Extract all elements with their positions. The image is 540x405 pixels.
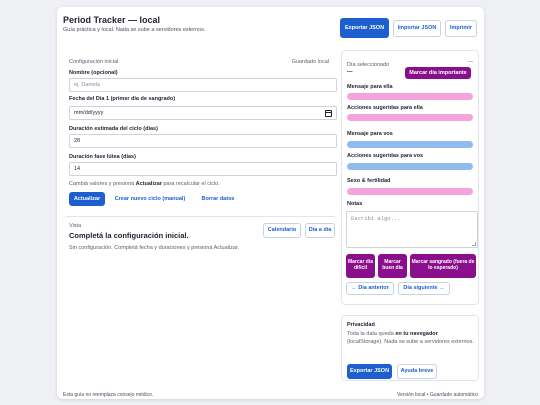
notes-placeholder: Escribí algo... (351, 215, 401, 222)
name-input[interactable]: ej. Daniela (69, 78, 337, 92)
previous-day-button[interactable]: ← Día anterior (346, 282, 394, 295)
section-label-0: Mensaje para ella (347, 84, 393, 90)
privacy-text: Toda la data queda en tu navegador (loca… (347, 331, 475, 347)
privacy-text-bold: en tu navegador (395, 331, 438, 337)
privacy-export-json-button[interactable]: Exportar JSON (347, 364, 392, 379)
view-title: Completá la configuración inicial. (69, 231, 189, 240)
privacy-panel: Privacidad Toda la data queda en tu nave… (341, 315, 479, 381)
footer-disclaimer: Esta guía no reemplaza consejo médico. (63, 392, 154, 398)
mark-bleeding-button[interactable]: Marcar sangrado (fuera de lo esperado) (410, 254, 476, 278)
view-panel: Vista Completá la configuración inicial.… (63, 216, 337, 264)
print-button[interactable]: Imprimir (445, 20, 477, 37)
export-json-button[interactable]: Exportar JSON (340, 18, 389, 38)
selected-day-value: — (347, 69, 353, 75)
next-day-button[interactable]: Día siguiente → (398, 282, 450, 295)
selected-day-label: Día seleccionado (347, 62, 390, 68)
mark-good-day-button[interactable]: Marcar buen día (378, 254, 407, 278)
mark-difficult-day-button[interactable]: Marcar día difícil (346, 254, 375, 278)
calendar-picker-icon[interactable] (325, 110, 332, 117)
date-placeholder: mm/dd/yyyy (74, 110, 104, 116)
update-hint: Cambiá valores y presioná Actualizar par… (69, 181, 220, 187)
page-title: Period Tracker — local (63, 15, 161, 25)
config-heading: Configuración inicial (69, 59, 119, 65)
section-label-4: Sexo & fertilidad (347, 178, 391, 184)
luteal-length-input[interactable]: 14 (69, 162, 337, 176)
actions-her-bar (347, 114, 473, 121)
hint-text-pre: Cambiá valores y presioná (69, 181, 136, 187)
app-card: Period Tracker — local Guía práctica y l… (57, 7, 484, 399)
hint-text-post: para recalcular el ciclo. (161, 181, 220, 187)
privacy-text-pre: Toda la data queda (347, 331, 396, 337)
view-label: Vista (69, 223, 82, 229)
notes-textarea[interactable]: Escribí algo... (346, 211, 478, 248)
mark-important-button[interactable]: Marcar día importante (405, 67, 471, 79)
message-her-bar (347, 93, 473, 100)
day-view-button[interactable]: Día a día (305, 223, 335, 238)
section-label-1: Acciones sugeridas para ella (347, 105, 423, 111)
new-cycle-button[interactable]: Crear nuevo ciclo (manual) (111, 192, 189, 206)
day1-date-input[interactable]: mm/dd/yyyy (69, 106, 337, 120)
luteal-length-label: Duración fase lútea (días) (69, 154, 136, 160)
date-label: Fecha del Día 1 (primer día de sangrado) (69, 96, 176, 102)
day-detail-panel: Día seleccionado — — Marcar día importan… (341, 50, 479, 305)
resize-handle-icon[interactable] (472, 242, 476, 246)
calendar-view-button[interactable]: Calendario (263, 223, 301, 238)
name-label: Nombre (opcional) (69, 70, 118, 76)
footer-status: Versión local • Guardado automático (397, 392, 478, 398)
sex-fertility-bar (347, 188, 473, 195)
config-panel: Configuración inicial Guardado local Nom… (63, 50, 337, 212)
actions-you-bar (347, 163, 473, 170)
cycle-length-input[interactable]: 28 (69, 134, 337, 148)
delete-data-button[interactable]: Borrar datos (195, 192, 241, 206)
page-subtitle: Guía práctica y local. Nada se sube a se… (63, 27, 206, 33)
privacy-text-post: (localStorage). Nada se sube a servidore… (347, 338, 474, 345)
selected-day-extra: — (467, 59, 474, 65)
hint-text-bold: Actualizar (135, 181, 162, 187)
saved-status: Guardado local (291, 59, 329, 65)
section-label-3: Acciones sugeridas para vos (347, 153, 424, 159)
message-you-bar (347, 141, 473, 148)
notes-label: Notas (347, 201, 363, 207)
view-message: Sin configuración. Completá fecha y dura… (69, 245, 239, 251)
privacy-heading: Privacidad (347, 322, 375, 328)
import-json-button[interactable]: Importar JSON (393, 20, 441, 37)
section-label-2: Mensaje para vos (347, 131, 393, 137)
update-button[interactable]: Actualizar (69, 192, 105, 206)
cycle-length-label: Duración estimada del ciclo (días) (69, 126, 158, 132)
help-button[interactable]: Ayuda breve (397, 364, 437, 379)
